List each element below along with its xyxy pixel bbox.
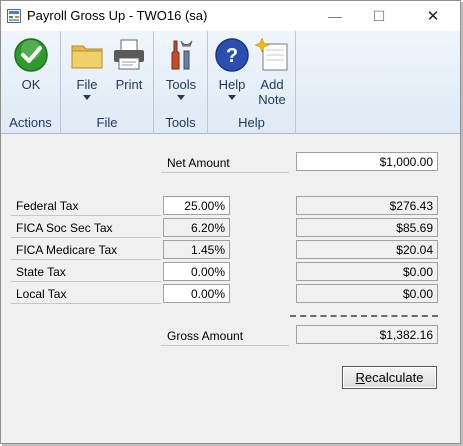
fica-soc-sec-underline (11, 237, 161, 238)
minimize-button[interactable]: — (313, 1, 357, 31)
fica-medicare-rate-field: 1.45% (163, 240, 230, 259)
add-note-icon (254, 37, 288, 71)
window-title: Payroll Gross Up - TWO16 (sa) (27, 8, 208, 23)
ribbon-group-help: ? Help Add Note Help (208, 31, 296, 134)
federal-tax-label: Federal Tax (16, 199, 79, 213)
local-tax-amount-field: $0.00 (296, 284, 438, 303)
recalculate-accel: R (355, 370, 365, 385)
close-button[interactable]: ✕ (411, 1, 455, 31)
ok-button[interactable]: OK (9, 37, 53, 92)
gross-amount-label: Gross Amount (167, 329, 244, 343)
file-menu-button[interactable]: File (67, 37, 107, 100)
fica-medicare-amount-field: $20.04 (296, 240, 438, 259)
total-separator (290, 315, 438, 317)
fica-soc-sec-rate-field: 6.20% (163, 218, 230, 237)
add-note-button[interactable]: Add Note (252, 37, 292, 107)
federal-tax-underline (11, 215, 161, 216)
print-label: Print (115, 77, 143, 92)
federal-tax-amount-field: $276.43 (296, 196, 438, 215)
gross-amount-field: $1,382.16 (296, 325, 438, 344)
recalculate-label: ecalculate (364, 370, 424, 385)
help-menu-button[interactable]: ? Help (212, 37, 252, 100)
tools-icon (171, 40, 193, 70)
local-tax-label: Local Tax (16, 287, 67, 301)
file-label: File (76, 77, 98, 92)
group-label-tools: Tools (165, 115, 196, 130)
title-bar[interactable]: Payroll Gross Up - TWO16 (sa) — ☐ ✕ (1, 1, 460, 31)
federal-tax-rate-field[interactable]: 25.00% (163, 196, 230, 215)
app-icon (7, 9, 21, 23)
payroll-gross-up-window: Payroll Gross Up - TWO16 (sa) — ☐ ✕ OK A… (0, 0, 461, 444)
fica-medicare-tax-label: FICA Medicare Tax (16, 243, 118, 257)
ok-label: OK (21, 77, 41, 92)
payroll-form: Net Amount $1,000.00 Federal Tax 25.00% … (1, 135, 460, 443)
gross-amount-underline (161, 345, 289, 346)
help-question-icon: ? (215, 38, 249, 72)
tools-dropdown-caret (177, 95, 185, 100)
tools-menu-button[interactable]: Tools (160, 37, 202, 100)
help-label: Help (218, 77, 246, 92)
state-tax-amount-field: $0.00 (296, 262, 438, 281)
net-amount-label: Net Amount (167, 156, 230, 170)
state-tax-underline (11, 281, 161, 282)
recalculate-button[interactable]: Recalculate (342, 366, 437, 389)
group-label-file: File (96, 115, 118, 130)
add-note-label-line2: Note (258, 92, 286, 107)
printer-icon (114, 39, 144, 70)
fica-medicare-underline (11, 259, 161, 260)
ribbon-group-file: File Print File (61, 31, 154, 134)
folder-icon (71, 45, 103, 69)
state-tax-label: State Tax (16, 265, 66, 279)
fica-soc-sec-amount-field: $85.69 (296, 218, 438, 237)
fica-soc-sec-tax-label: FICA Soc Sec Tax (16, 221, 113, 235)
ok-check-icon (14, 38, 48, 72)
group-label-actions: Actions (9, 115, 52, 130)
print-button[interactable]: Print (109, 37, 149, 92)
help-dropdown-caret (228, 95, 236, 100)
net-amount-underline (161, 172, 289, 173)
state-tax-rate-field[interactable]: 0.00% (163, 262, 230, 281)
ribbon-group-tools: Tools Tools (154, 31, 208, 134)
maximize-button[interactable]: ☐ (357, 1, 401, 31)
local-tax-underline (11, 303, 161, 304)
ribbon: OK Actions File Print File Tools Tools ?… (1, 31, 460, 134)
tools-label: Tools (165, 77, 197, 92)
ribbon-group-actions: OK Actions (1, 31, 61, 134)
file-dropdown-caret (83, 95, 91, 100)
group-label-help: Help (238, 115, 265, 130)
add-note-label-line1: Add (260, 77, 284, 92)
local-tax-rate-field[interactable]: 0.00% (163, 284, 230, 303)
net-amount-field[interactable]: $1,000.00 (296, 152, 438, 171)
svg-text:?: ? (226, 45, 238, 67)
